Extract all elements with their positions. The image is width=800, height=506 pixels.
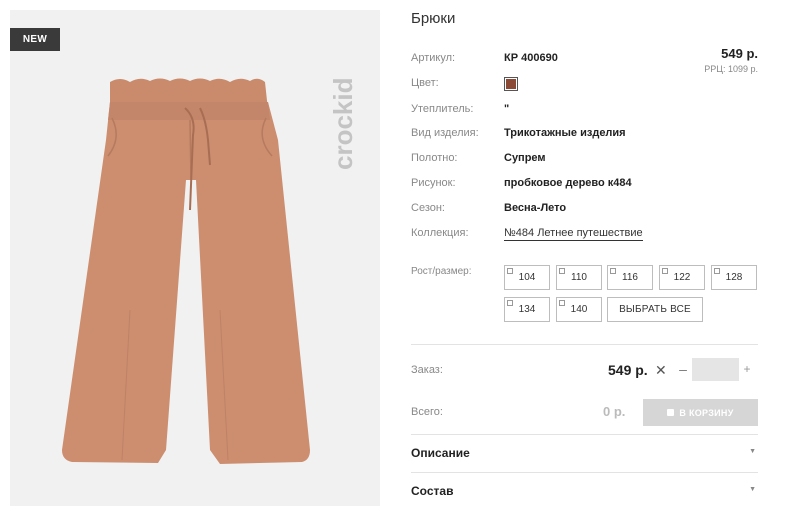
attr-label: Сезон:: [411, 202, 445, 214]
attr-value: ": [504, 103, 510, 115]
attr-label: Утеплитель:: [411, 103, 474, 115]
attr-label: Цвет:: [411, 77, 439, 89]
size-checkbox[interactable]: [559, 268, 565, 274]
accordion-title: Состав: [411, 484, 454, 498]
quantity-input[interactable]: [692, 358, 739, 381]
collection-link[interactable]: №484 Летнее путешествие: [504, 226, 643, 241]
size-option-104[interactable]: 104: [504, 265, 550, 290]
divider: [411, 344, 758, 345]
attr-label: Рисунок:: [411, 177, 456, 189]
attr-label: Полотно:: [411, 152, 458, 164]
cart-icon: [667, 409, 675, 416]
attr-label: Коллекция:: [411, 227, 469, 239]
product-title: Брюки: [411, 10, 456, 27]
add-to-cart-button[interactable]: В КОРЗИНУ: [643, 399, 758, 426]
select-all-sizes-button[interactable]: ВЫБРАТЬ ВСЕ: [607, 297, 703, 322]
size-checkbox[interactable]: [507, 300, 513, 306]
attr-value: Трикотажные изделия: [504, 127, 626, 139]
recommended-price: РРЦ: 1099 р.: [704, 64, 758, 74]
size-checkbox[interactable]: [610, 268, 616, 274]
attr-label: Артикул:: [411, 52, 456, 64]
attr-value: КР 400690: [504, 52, 558, 64]
svg-text:crockid: crockid: [328, 78, 358, 171]
attr-value: пробковое дерево к484: [504, 177, 632, 189]
size-value: 122: [673, 272, 691, 283]
order-price: 549 р.: [608, 362, 648, 378]
quantity-increase-button[interactable]: +: [740, 362, 754, 376]
product-price: 549 р.: [721, 46, 758, 61]
size-option-140[interactable]: 140: [556, 297, 602, 322]
accordion-title: Описание: [411, 446, 470, 460]
size-checkbox[interactable]: [714, 268, 720, 274]
size-value: 110: [571, 272, 587, 283]
size-checkbox[interactable]: [507, 268, 513, 274]
size-option-134[interactable]: 134: [504, 297, 550, 322]
size-value: 140: [570, 304, 588, 315]
brand-logo: crockid: [328, 78, 358, 171]
product-image: [62, 78, 310, 464]
chevron-down-icon: ▼: [749, 448, 756, 455]
add-to-cart-label: В КОРЗИНУ: [679, 407, 734, 418]
size-value: 104: [518, 272, 536, 283]
total-label: Всего:: [411, 406, 443, 418]
product-photo[interactable]: NEW crockid: [10, 10, 380, 506]
size-checkbox[interactable]: [662, 268, 668, 274]
total-value: 0 р.: [603, 404, 626, 419]
order-label: Заказ:: [411, 364, 443, 376]
size-checkbox[interactable]: [559, 300, 565, 306]
size-option-116[interactable]: 116: [607, 265, 653, 290]
size-value: 134: [518, 304, 536, 315]
accordion-composition[interactable]: Состав ▼: [411, 484, 758, 504]
color-swatch[interactable]: [504, 77, 518, 91]
size-option-110[interactable]: 110: [556, 265, 602, 290]
size-option-128[interactable]: 128: [711, 265, 757, 290]
accordion-description[interactable]: Описание ▼: [411, 446, 758, 466]
attr-label: Вид изделия:: [411, 127, 479, 139]
size-value: 128: [725, 272, 743, 283]
attr-value: Супрем: [504, 152, 546, 164]
divider: [411, 472, 758, 473]
chevron-down-icon: ▼: [749, 486, 756, 493]
divider: [411, 434, 758, 435]
quantity-decrease-button[interactable]: –: [677, 361, 689, 377]
new-badge: NEW: [10, 28, 60, 51]
size-label: Рост/размер:: [411, 266, 472, 277]
size-value: 116: [622, 272, 638, 283]
times-icon: ✕: [655, 362, 667, 378]
size-option-122[interactable]: 122: [659, 265, 705, 290]
attr-value: Весна-Лето: [504, 202, 567, 214]
